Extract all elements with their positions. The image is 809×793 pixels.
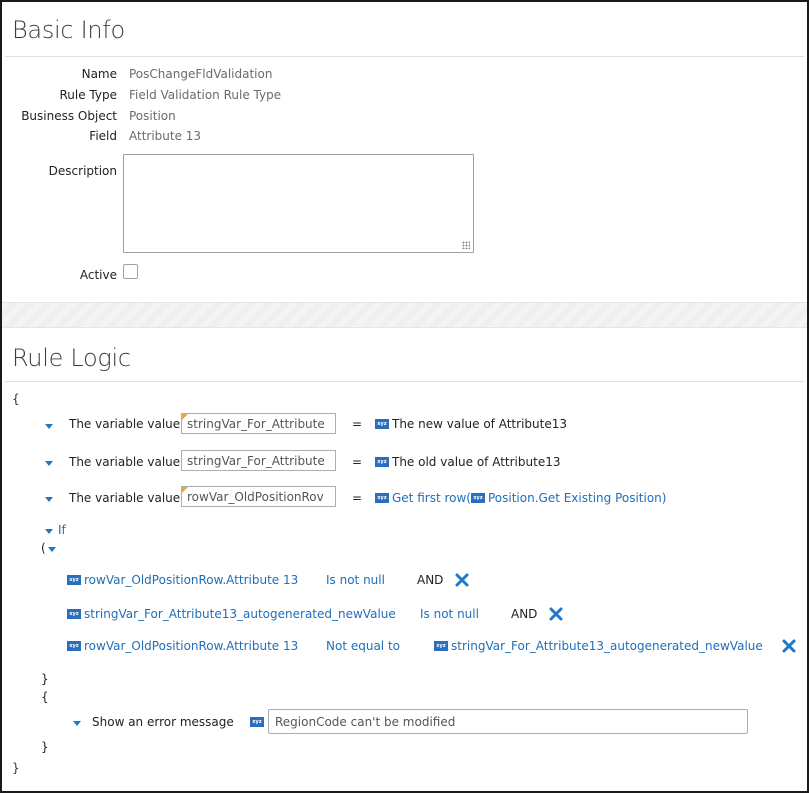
xyz-icon: xyz <box>67 608 81 619</box>
divider <box>5 56 804 57</box>
collapse-arrow-icon[interactable] <box>45 461 53 466</box>
xyz-icon: xyz <box>375 418 389 429</box>
divider <box>5 381 804 382</box>
equals-sign: = <box>352 417 363 431</box>
business-object-value: Position <box>129 109 176 123</box>
function-close: ) <box>661 491 667 505</box>
error-message-text: RegionCode can't be modified <box>275 715 456 729</box>
action-label: Show an error message <box>92 715 234 729</box>
assignment-rhs-text: The old value of Attribute13 <box>392 455 561 469</box>
active-label: Active <box>79 268 117 282</box>
collapse-arrow-icon[interactable] <box>45 424 53 429</box>
collapse-arrow-icon[interactable] <box>73 721 81 726</box>
field-value: Attribute 13 <box>129 129 202 143</box>
collapse-arrow-icon[interactable] <box>45 529 53 534</box>
condition-left-operand[interactable]: xyz rowVar_OldPositionRow.Attribute 13 <box>67 639 298 653</box>
description-textarea[interactable] <box>123 154 474 253</box>
delete-condition-icon[interactable] <box>781 638 797 654</box>
assignment-rhs[interactable]: xyz The new value of Attribute13 <box>375 417 567 431</box>
business-object-label: Business Object <box>21 109 117 123</box>
required-flag-icon <box>182 414 188 420</box>
condition-operator[interactable]: Is not null <box>420 607 479 621</box>
condition-left-operand[interactable]: xyz stringVar_For_Attribute13_autogenerat… <box>67 607 396 621</box>
xyz-icon: xyz <box>67 574 81 585</box>
variable-input[interactable]: rowVar_OldPositionRov <box>181 486 336 507</box>
variable-input-value: stringVar_For_Attribute <box>187 454 325 468</box>
condition-left-text: rowVar_OldPositionRow.Attribute 13 <box>84 573 299 587</box>
xyz-icon: xyz <box>434 640 448 651</box>
condition-join[interactable]: AND <box>511 607 537 621</box>
xyz-icon-wrap[interactable]: xyz <box>250 715 267 729</box>
condition-left-operand[interactable]: xyz rowVar_OldPositionRow.Attribute 13 <box>67 573 298 587</box>
delete-condition-icon[interactable] <box>548 606 564 622</box>
close-brace: } <box>12 761 20 775</box>
active-checkbox[interactable] <box>123 264 138 279</box>
equals-sign: = <box>352 491 363 505</box>
condition-join[interactable]: AND <box>417 573 443 587</box>
condition-operator[interactable]: Not equal to <box>326 639 400 653</box>
variable-input[interactable]: stringVar_For_Attribute <box>181 413 336 434</box>
section-separator-band <box>2 302 807 328</box>
assign-label: The variable value <box>69 491 181 505</box>
required-flag-icon <box>182 487 188 493</box>
equals-sign: = <box>352 455 363 469</box>
assignment-rhs[interactable]: xyz Get first row(xyz Position.Get Existin… <box>375 491 666 505</box>
basic-info-title: Basic Info <box>12 16 125 44</box>
name-value: PosChangeFldValidation <box>129 67 273 81</box>
xyz-icon: xyz <box>375 492 389 503</box>
condition-left-text: rowVar_OldPositionRow.Attribute 13 <box>84 639 299 653</box>
xyz-icon: xyz <box>375 456 389 467</box>
error-message-input[interactable]: RegionCode can't be modified <box>268 709 748 734</box>
rule-type-label: Rule Type <box>59 88 118 102</box>
close-brace: } <box>41 672 49 686</box>
variable-input-value: stringVar_For_Attribute <box>187 417 325 431</box>
assign-label: The variable value <box>69 417 181 431</box>
variable-input[interactable]: stringVar_For_Attribute <box>181 450 336 471</box>
xyz-icon: xyz <box>470 492 485 503</box>
open-brace: { <box>12 392 20 406</box>
variable-input-value: rowVar_OldPositionRov <box>187 490 324 504</box>
condition-operator[interactable]: Is not null <box>326 573 385 587</box>
if-keyword: If <box>58 523 66 537</box>
name-label: Name <box>81 67 117 81</box>
resize-grip-icon[interactable] <box>462 241 470 249</box>
assign-label: The variable value <box>69 455 181 469</box>
open-paren: ( <box>41 541 46 555</box>
assignment-rhs[interactable]: xyz The old value of Attribute13 <box>375 455 560 469</box>
function-name: Get first row( <box>392 491 471 505</box>
rule-logic-title: Rule Logic <box>12 344 131 372</box>
description-label: Description <box>48 164 117 178</box>
window-frame <box>0 0 809 793</box>
xyz-icon: xyz <box>67 640 81 651</box>
collapse-arrow-icon[interactable] <box>48 547 56 552</box>
condition-left-text: stringVar_For_Attribute13_autogenerated_… <box>84 607 396 621</box>
open-brace: { <box>41 690 49 704</box>
condition-right-operand[interactable]: xyz stringVar_For_Attribute13_autogenerat… <box>434 639 763 653</box>
close-brace: } <box>41 740 49 754</box>
xyz-icon: xyz <box>250 716 264 727</box>
field-label: Field <box>89 129 117 143</box>
rule-type-value: Field Validation Rule Type <box>129 88 282 102</box>
function-argument: Position.Get Existing Position <box>487 491 662 505</box>
collapse-arrow-icon[interactable] <box>45 497 53 502</box>
condition-right-text: stringVar_For_Attribute13_autogenerated_… <box>451 639 763 653</box>
assignment-rhs-text: The new value of Attribute13 <box>392 417 567 431</box>
delete-condition-icon[interactable] <box>454 572 470 588</box>
